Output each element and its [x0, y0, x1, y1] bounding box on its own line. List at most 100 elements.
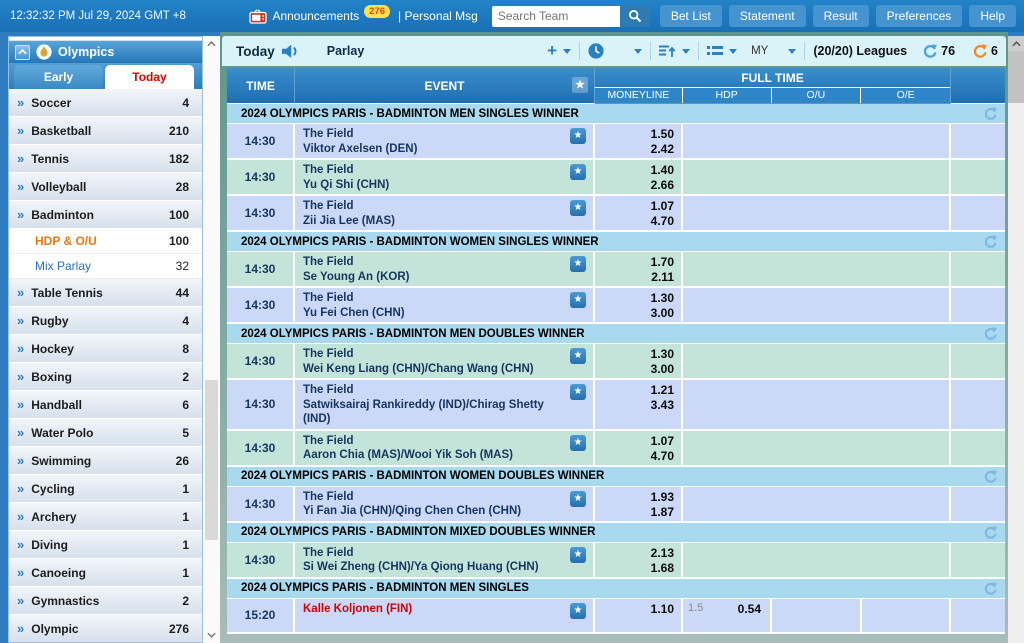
odds-type-select[interactable]: MY [751, 45, 796, 57]
odds-value[interactable]: 3.00 [595, 306, 674, 321]
refresh-icon[interactable] [984, 235, 997, 248]
favorite-star-button[interactable]: ★ [570, 256, 586, 272]
event-competitor[interactable]: Zii Jia Lee (MAS) [303, 214, 563, 229]
event-competitor[interactable]: Yi Fan Jia (CHN)/Qing Chen Chen (CHN) [303, 504, 563, 519]
tab-early[interactable]: Early [14, 65, 103, 89]
refresh-icon[interactable] [984, 582, 997, 595]
scroll-up-arrow[interactable] [203, 37, 220, 51]
sidebar-item-gymnastics[interactable]: »Gymnastics2 [9, 587, 202, 615]
sidebar-item-hockey[interactable]: »Hockey8 [9, 335, 202, 363]
result-button[interactable]: Result [813, 5, 869, 27]
refresh-icon[interactable] [984, 470, 997, 483]
bet-list-button[interactable]: Bet List [660, 5, 722, 27]
event-competitor[interactable]: Wei Keng Liang (CHN)/Chang Wang (CHN) [303, 362, 563, 377]
odds-value[interactable]: 1.07 [595, 434, 674, 449]
sidebar-item-soccer[interactable]: »Soccer4 [9, 89, 202, 117]
event-name[interactable]: The Field [303, 291, 563, 306]
main-scrollbar[interactable] [1008, 36, 1024, 643]
sidebar-item-volleyball[interactable]: »Volleyball28 [9, 173, 202, 201]
odds-value[interactable]: 1.93 [595, 490, 674, 505]
event-name[interactable]: The Field [303, 127, 563, 142]
odds-value[interactable]: 1.07 [595, 199, 674, 214]
sidebar-item-tennis[interactable]: »Tennis182 [9, 145, 202, 173]
event-competitor[interactable]: Aaron Chia (MAS)/Wooi Yik Soh (MAS) [303, 448, 563, 463]
favorite-star-icon[interactable]: ★ [572, 77, 588, 93]
favorite-star-button[interactable]: ★ [570, 603, 586, 619]
sidebar-item-cycling[interactable]: »Cycling1 [9, 475, 202, 503]
sidebar-item-boxing[interactable]: »Boxing2 [9, 363, 202, 391]
favorite-star-button[interactable]: ★ [570, 128, 586, 144]
sidebar-item-archery[interactable]: »Archery1 [9, 503, 202, 531]
refresh-counter-blue[interactable]: 76 [923, 44, 955, 58]
preferences-button[interactable]: Preferences [876, 5, 963, 27]
sidebar-item-canoeing[interactable]: »Canoeing1 [9, 559, 202, 587]
leagues-selector[interactable]: (20/20) Leagues [813, 44, 907, 58]
sidebar-item-handball[interactable]: »Handball6 [9, 391, 202, 419]
favorite-star-button[interactable]: ★ [570, 547, 586, 563]
sidebar-item-basketball[interactable]: »Basketball210 [9, 117, 202, 145]
main-scroll-thumb[interactable] [1008, 51, 1024, 103]
time-filter-button[interactable] [588, 43, 642, 59]
event-name[interactable]: The Field [303, 490, 563, 505]
favorite-star-button[interactable]: ★ [570, 348, 586, 364]
odds-value[interactable]: 2.11 [595, 270, 674, 285]
odds-value[interactable]: 2.66 [595, 178, 674, 193]
speaker-icon[interactable] [282, 44, 301, 59]
favorite-star-button[interactable]: ★ [570, 435, 586, 451]
refresh-icon[interactable] [984, 327, 997, 340]
odds-value[interactable]: 1.21 [595, 383, 674, 398]
sidebar-item-olympic[interactable]: »Olympic276 [9, 615, 202, 643]
odds-value[interactable]: 1.50 [595, 127, 674, 142]
odds-value[interactable]: 3.00 [595, 362, 674, 377]
personal-msg-link[interactable]: | Personal Msg [398, 9, 478, 23]
odds-value[interactable]: 1.30 [595, 347, 674, 362]
event-name[interactable]: The Field [303, 255, 563, 270]
sidebar-item-badminton[interactable]: »Badminton100 [9, 201, 202, 229]
odds-value[interactable]: 2.42 [595, 142, 674, 157]
odds-value[interactable]: 1.68 [595, 561, 674, 576]
announcements-link[interactable]: Announcements 276 | Personal Msg [249, 9, 477, 24]
event-competitor[interactable]: Viktor Axelsen (DEN) [303, 142, 563, 157]
sidebar-item-water-polo[interactable]: »Water Polo5 [9, 419, 202, 447]
odds-value[interactable]: 2.13 [595, 546, 674, 561]
event-competitor[interactable]: Si Wei Zheng (CHN)/Ya Qiong Huang (CHN) [303, 560, 563, 575]
sidebar-item-table-tennis[interactable]: »Table Tennis44 [9, 279, 202, 307]
refresh-icon[interactable] [984, 107, 997, 120]
favorite-star-button[interactable]: ★ [570, 200, 586, 216]
event-name[interactable]: The Field [303, 347, 563, 362]
event-name[interactable]: The Field [303, 383, 563, 398]
odds-value[interactable]: 1.10 [595, 602, 674, 617]
sidebar-scroll-thumb[interactable] [205, 380, 218, 540]
sort-button[interactable] [659, 44, 690, 58]
event-competitor[interactable]: Yu Fei Chen (CHN) [303, 306, 563, 321]
search-button[interactable] [620, 6, 650, 27]
event-name[interactable]: Kalle Koljonen (FIN) [303, 602, 563, 617]
event-name[interactable]: The Field [303, 434, 563, 449]
odds-value[interactable]: 4.70 [595, 449, 674, 464]
add-bet-button[interactable]: + [547, 43, 571, 59]
odds-value[interactable]: 1.87 [595, 505, 674, 520]
sidebar-subitem-mix-parlay[interactable]: Mix Parlay32 [9, 254, 202, 279]
scroll-down-arrow[interactable] [203, 628, 220, 642]
favorite-star-button[interactable]: ★ [570, 292, 586, 308]
tab-today[interactable]: Today [105, 65, 194, 89]
odds-value[interactable]: 4.70 [595, 214, 674, 229]
favorite-star-button[interactable]: ★ [570, 384, 586, 400]
refresh-icon[interactable] [984, 526, 997, 539]
collapse-button[interactable] [15, 45, 30, 60]
scroll-up-arrow[interactable] [1008, 36, 1024, 51]
sidebar-item-diving[interactable]: »Diving1 [9, 531, 202, 559]
event-competitor[interactable]: Satwiksairaj Rankireddy (IND)/Chirag She… [303, 398, 563, 427]
sidebar-item-swimming[interactable]: »Swimming26 [9, 447, 202, 475]
odds-value[interactable]: 1.40 [595, 163, 674, 178]
statement-button[interactable]: Statement [729, 5, 806, 27]
sidebar-scrollbar[interactable] [203, 36, 220, 643]
event-name[interactable]: The Field [303, 546, 563, 561]
refresh-counter-orange[interactable]: 6 [973, 44, 998, 58]
odds-value[interactable]: 1.30 [595, 291, 674, 306]
favorite-star-button[interactable]: ★ [570, 491, 586, 507]
odds-value[interactable]: 0.54 [738, 602, 761, 632]
odds-value[interactable]: 1.70 [595, 255, 674, 270]
event-name[interactable]: The Field [303, 163, 563, 178]
odds-value[interactable]: 3.43 [595, 398, 674, 413]
